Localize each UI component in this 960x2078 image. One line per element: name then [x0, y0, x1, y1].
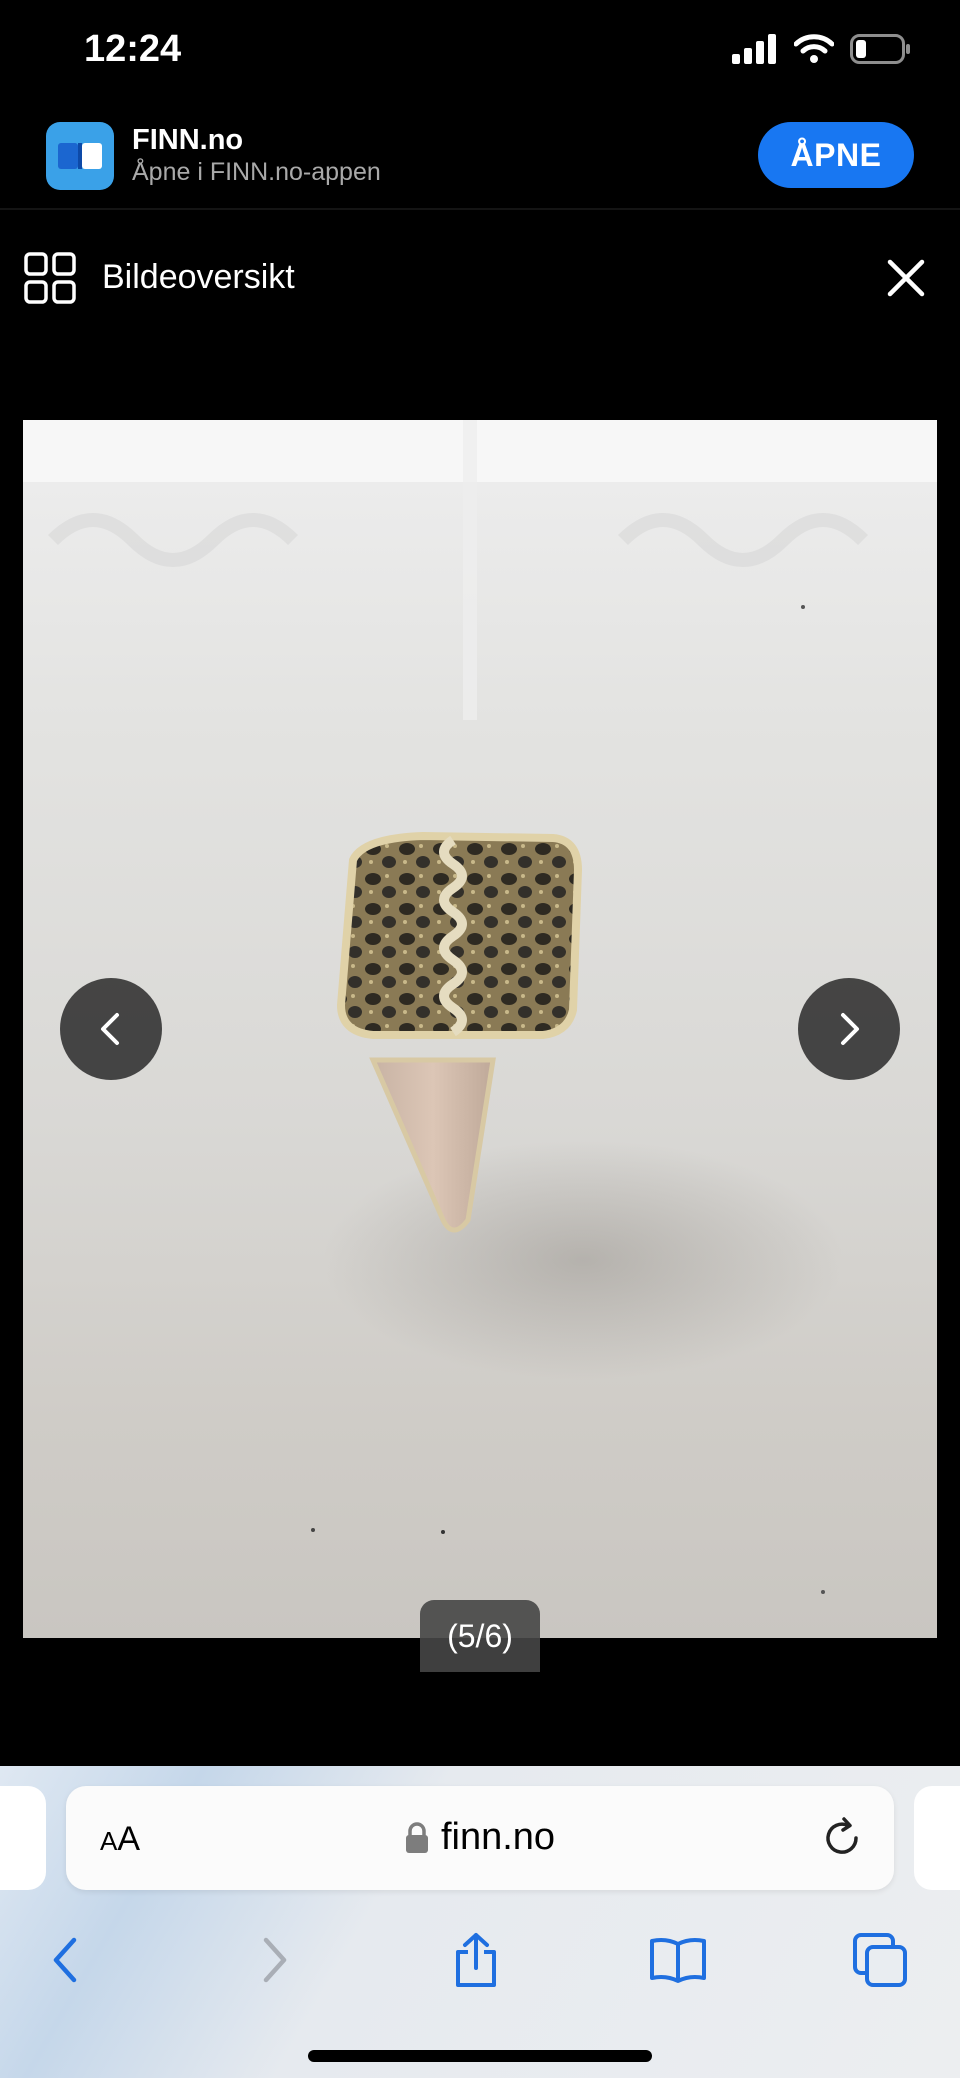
previous-image-button[interactable]: [60, 978, 162, 1080]
reload-icon[interactable]: [820, 1816, 864, 1860]
image-counter: (5/6): [420, 1600, 540, 1672]
home-indicator: [308, 2050, 652, 2062]
app-banner: FINN.no Åpne i FINN.no-appen ÅPNE: [0, 110, 960, 210]
bookmarks-button[interactable]: [648, 1930, 708, 1990]
battery-icon: [850, 34, 910, 64]
app-name: FINN.no: [132, 124, 244, 156]
wifi-icon: [794, 34, 834, 63]
previous-tab-edge[interactable]: [0, 1786, 46, 1890]
book-icon: [650, 1938, 706, 1983]
share-icon: [456, 1933, 496, 1987]
open-app-button[interactable]: ÅPNE: [758, 122, 914, 188]
status-bar: 12:24: [0, 0, 960, 110]
status-icons: [732, 34, 912, 64]
next-image-button[interactable]: [798, 978, 900, 1080]
signal-icon: [732, 34, 776, 64]
gallery-header: Bildeoversikt: [0, 212, 960, 340]
back-arrow-icon: [53, 1937, 77, 1983]
url-text: finn.no: [440, 1816, 556, 1858]
tabs-icon: [853, 1933, 907, 1987]
grid-icon[interactable]: [24, 252, 76, 304]
gallery-overview-link[interactable]: Bildeoversikt: [102, 258, 295, 297]
forward-arrow-icon: [263, 1937, 287, 1983]
lock-icon: [405, 1821, 428, 1853]
finn-app-icon: [46, 122, 114, 190]
chevron-right-icon: [841, 1013, 859, 1045]
close-icon[interactable]: [880, 252, 932, 304]
browser-toolbar: [0, 1908, 960, 2008]
next-tab-edge[interactable]: [914, 1786, 960, 1890]
status-time: 12:24: [84, 28, 182, 70]
share-button[interactable]: [446, 1930, 506, 1990]
forward-button[interactable]: [244, 1930, 304, 1990]
address-bar[interactable]: AA finn.no: [66, 1786, 894, 1890]
back-button[interactable]: [36, 1930, 96, 1990]
tabs-button[interactable]: [850, 1930, 910, 1990]
app-subtitle: Åpne i FINN.no-appen: [132, 158, 381, 186]
browser-chrome: AA finn.no: [0, 1766, 960, 2078]
chevron-left-icon: [101, 1013, 119, 1045]
